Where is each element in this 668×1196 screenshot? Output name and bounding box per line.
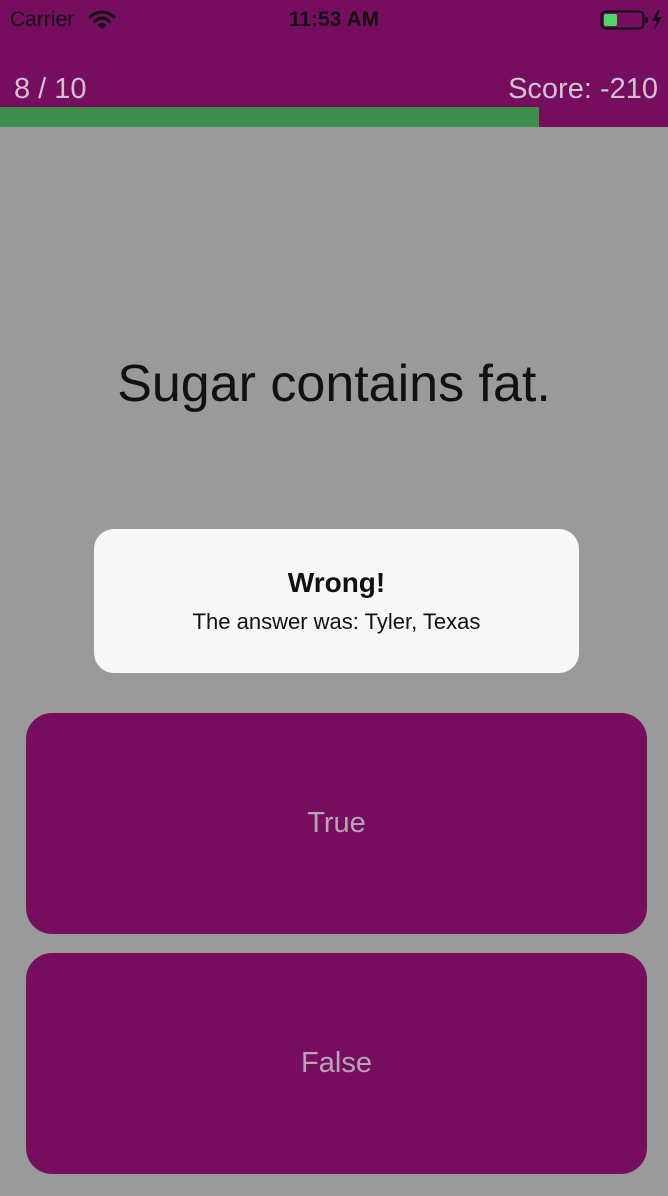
progress-bar [0,107,668,127]
false-button[interactable]: False [26,953,647,1174]
question-text: Sugar contains fat. [117,355,551,413]
status-bar: Carrier 11:53 AM [0,0,668,40]
progress-bar-fill [0,107,540,127]
true-button[interactable]: True [26,713,647,934]
quiz-header: 8 / 10 Score: -210 [0,40,668,108]
feedback-alert: Wrong! The answer was: Tyler, Texas [94,529,579,673]
feedback-title: Wrong! [287,567,386,598]
score-label: Score: -210 [508,73,658,105]
battery-charging-icon [600,10,662,30]
status-time: 11:53 AM [288,8,380,31]
feedback-message: The answer was: Tyler, Texas [192,609,481,634]
question-counter: 8 / 10 [14,73,87,105]
